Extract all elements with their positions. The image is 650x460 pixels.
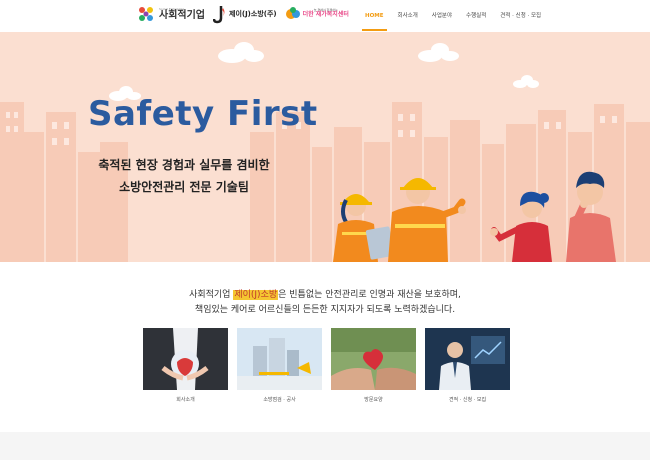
nav-about[interactable]: 회사소개 — [391, 0, 425, 32]
card-label: 소방점검 · 공사 — [263, 397, 296, 403]
service-cards: 회사소개 소방점검 · 공사 방문요양 견적 · 신청 · 모집 — [143, 328, 510, 403]
nav-business[interactable]: 사업분야 — [425, 0, 459, 32]
fire-inspection-image — [237, 328, 322, 390]
card-company-intro[interactable]: 회사소개 — [143, 328, 228, 403]
home-care-image — [331, 328, 416, 390]
intro-line2: 책임있는 케어로 어르신들의 든든한 지지자가 되도록 노력하겠습니다. — [194, 305, 456, 315]
company-intro-image — [143, 328, 228, 390]
site-header: Social Enterprise 사회적기업 제이(J)소방(주) 늘 곁에서… — [0, 0, 650, 32]
intro-line1: 사회적기업 제이(J)소방은 빈틈없는 안전관리로 인명과 재산을 보호하며, — [0, 288, 650, 303]
card-label: 견적 · 신청 · 모집 — [448, 397, 487, 403]
logo3-big-text: 더한 재가복지센터 — [302, 11, 349, 19]
intro-text: 사회적기업 제이(J)소방은 빈틈없는 안전관리로 인명과 재산을 보호하며, … — [0, 288, 650, 318]
logo1-big-text: 사회적기업 — [159, 9, 205, 21]
card-home-care[interactable]: 방문요양 — [331, 328, 416, 403]
estimate-apply-image — [425, 328, 510, 390]
j-fire-logo-icon — [213, 6, 225, 24]
footer-band — [0, 432, 650, 460]
nav-estimate[interactable]: 견적 · 신청 · 모집 — [493, 0, 548, 32]
social-enterprise-logo[interactable]: Social Enterprise 사회적기업 — [136, 4, 205, 24]
welfare-center-logo-icon — [285, 7, 300, 19]
intro-highlight: 제이(J)소방 — [233, 290, 279, 300]
main-nav: HOME 회사소개 사업분야 수행실적 견적 · 신청 · 모집 — [358, 0, 548, 32]
social-enterprise-logo-icon — [139, 7, 153, 21]
nav-home[interactable]: HOME — [358, 0, 391, 32]
cloud-icon — [109, 42, 539, 101]
hero-subtitle: 축적된 현장 경험과 실무를 겸비한 소방안전관리 전문 기술팀 — [74, 154, 294, 198]
nav-records[interactable]: 수행실적 — [459, 0, 493, 32]
intro-post: 은 빈틈없는 안전관리로 인명과 재산을 보호하며, — [278, 290, 461, 300]
card-label: 방문요양 — [364, 397, 383, 403]
card-label: 회사소개 — [176, 397, 195, 403]
welfare-center-logo[interactable]: 늘 곁에서 함께하는 더한 재가복지센터 — [285, 5, 349, 23]
hero-title: Safety First — [88, 94, 318, 134]
hero-subtitle-line2: 소방안전관리 전문 기술팀 — [119, 180, 249, 194]
j-fire-logo[interactable]: 제이(J)소방(주) — [213, 4, 277, 24]
intro-pre: 사회적기업 — [189, 290, 234, 300]
j-fire-logo-text: 제이(J)소방(주) — [229, 10, 277, 18]
card-estimate-apply[interactable]: 견적 · 신청 · 모집 — [425, 328, 510, 403]
hero-subtitle-line1: 축적된 현장 경험과 실무를 겸비한 — [98, 158, 270, 172]
city-skyline-illustration — [0, 42, 650, 262]
card-fire-inspection[interactable]: 소방점검 · 공사 — [237, 328, 322, 403]
hero-banner: Safety First 축적된 현장 경험과 실무를 겸비한 소방안전관리 전… — [0, 32, 650, 262]
logo-group[interactable]: Social Enterprise 사회적기업 제이(J)소방(주) 늘 곁에서… — [136, 4, 349, 24]
